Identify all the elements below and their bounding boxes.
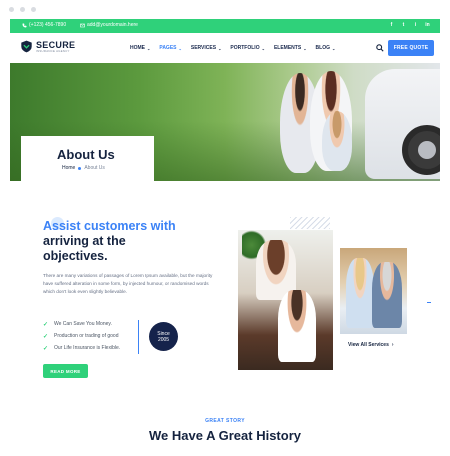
site-header: SECURE INSURANCE AGENCY HOME ⌄ PAGES ⌄ SER… (10, 33, 440, 63)
section-title: We Have A Great History (149, 428, 301, 443)
page-title-box: About Us Home About Us (21, 136, 154, 181)
free-quote-button[interactable]: FREE QUOTE (388, 40, 434, 56)
shield-logo-icon (21, 40, 32, 53)
social-links: f t i in (389, 22, 430, 28)
check-icon: ✓ (43, 333, 49, 340)
nav-label: PORTFOLIO (230, 45, 260, 51)
chevron-down-icon: ⌄ (147, 45, 151, 51)
site-logo[interactable]: SECURE INSURANCE AGENCY (20, 40, 75, 53)
phone-contact[interactable]: (+123) 456-7890 (22, 22, 66, 28)
divider-line (138, 320, 139, 354)
nav-item-services[interactable]: SERVICES ⌄ (191, 45, 222, 51)
breadcrumb-current: About Us (84, 165, 105, 171)
window-dot (9, 7, 14, 12)
family-photo-large (238, 230, 333, 370)
chevron-down-icon: ⌄ (178, 45, 182, 51)
nav-label: BLOG (315, 45, 330, 51)
phone-icon (22, 23, 27, 27)
email-text: add@yourdomain.here (87, 22, 138, 28)
checklist-text: Production or trading of good (54, 333, 119, 339)
nav-item-pages[interactable]: PAGES ⌄ (159, 45, 182, 51)
nav-label: SERVICES (190, 45, 217, 51)
nav-item-blog[interactable]: BLOG ⌄ (316, 45, 336, 51)
father-son-image (278, 290, 316, 362)
window-dot (20, 7, 25, 12)
checklist-item: ✓ Our Life Insurance is Flexible. (43, 342, 120, 354)
browser-chrome (0, 0, 450, 18)
chevron-down-icon: ⌄ (303, 45, 307, 51)
chevron-down-icon: ⌄ (218, 45, 222, 51)
logo-tagline: INSURANCE AGENCY (36, 48, 70, 53)
since-year: 2005 (157, 336, 170, 343)
facebook-icon[interactable]: f (389, 22, 394, 28)
man-image (372, 262, 402, 328)
breadcrumb-home[interactable]: Home (62, 165, 75, 171)
feature-checklist: ✓ We Can Save You Money. ✓ Production or t… (43, 318, 120, 354)
nav-label: HOME (130, 45, 145, 51)
side-accent-dash (427, 302, 431, 303)
checklist-item: ✓ We Can Save You Money. (43, 318, 120, 330)
email-contact[interactable]: add@yourdomain.here (80, 22, 138, 28)
window-dot (31, 7, 36, 12)
linkedin-icon[interactable]: in (425, 22, 430, 28)
top-bar: (+123) 456-7890 add@yourdomain.here f t … (10, 19, 440, 33)
woman-image (346, 258, 374, 328)
nav-item-home[interactable]: HOME ⌄ (130, 45, 150, 51)
check-icon: ✓ (43, 345, 49, 352)
headline-line-2: arriving at the (43, 234, 126, 248)
since-badge: Since 2005 (149, 322, 178, 351)
hero-child-image (322, 111, 352, 171)
checklist-text: We Can Save You Money. (54, 321, 112, 327)
read-more-button[interactable]: READ MORE (43, 364, 88, 378)
page-title: About Us (57, 147, 115, 162)
checklist-item: ✓ Production or trading of good (43, 330, 120, 342)
twitter-icon[interactable]: t (401, 22, 406, 28)
breadcrumb-separator-icon (78, 166, 82, 170)
nav-label: ELEMENTS (273, 45, 302, 51)
headline-line-1: Assist customers with (43, 219, 176, 233)
chevron-right-icon: › (391, 342, 394, 348)
chevron-down-icon: ⌄ (261, 45, 265, 51)
breadcrumb: Home About Us (62, 165, 105, 171)
check-icon: ✓ (43, 321, 49, 328)
section-eyebrow: GREAT STORY (205, 418, 245, 424)
couple-photo-small (340, 248, 407, 334)
nav-label: PAGES (159, 45, 177, 51)
about-headline: Assist customers with arriving at the ob… (43, 219, 203, 264)
view-all-services-link[interactable]: View All Services › (348, 342, 394, 348)
services-link-label: View All Services (348, 342, 389, 348)
main-nav: HOME ⌄ PAGES ⌄ SERVICES ⌄ PORTFOLIO ⌄ ELEMEN… (130, 45, 335, 51)
search-icon[interactable] (376, 44, 384, 52)
about-paragraph: There are many variations of passages of… (43, 273, 213, 294)
instagram-icon[interactable]: i (413, 22, 418, 28)
headline-line-3: objectives. (43, 249, 108, 263)
mail-icon (80, 23, 85, 27)
phone-text: (+123) 456-7890 (29, 22, 67, 28)
nav-item-portfolio[interactable]: PORTFOLIO ⌄ (230, 45, 265, 51)
nav-item-elements[interactable]: ELEMENTS ⌄ (274, 45, 307, 51)
checklist-text: Our Life Insurance is Flexible. (54, 345, 121, 351)
chevron-down-icon: ⌄ (332, 45, 336, 51)
decorative-stripes (290, 217, 330, 229)
